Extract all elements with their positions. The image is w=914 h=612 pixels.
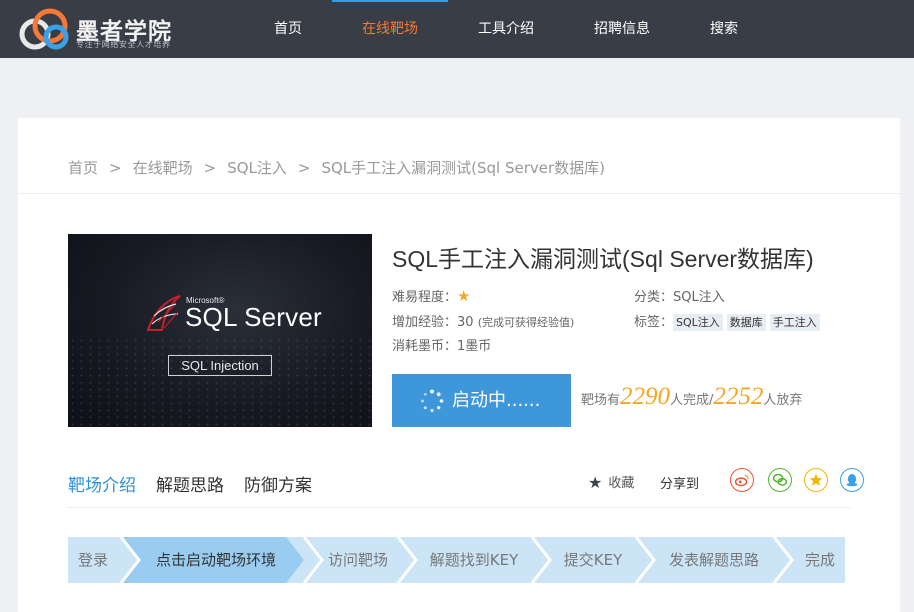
abandoned-suffix: 人放弃 bbox=[763, 393, 803, 408]
cost-value: 1墨币 bbox=[457, 339, 492, 354]
nav-home[interactable]: 首页 bbox=[230, 0, 346, 58]
cover-product: SQL Server bbox=[185, 302, 322, 332]
divider bbox=[68, 507, 850, 508]
breadcrumb-separator: > bbox=[297, 159, 311, 177]
top-navbar: 墨者学院 专注于网络安全人才培养 首页 在线靶场 工具介绍 招聘信息 搜索 bbox=[0, 0, 914, 58]
wechat-icon[interactable] bbox=[768, 468, 792, 492]
breadcrumb-online-range[interactable]: 在线靶场 bbox=[133, 157, 193, 178]
tag-sql-injection[interactable]: SQL注入 bbox=[673, 314, 723, 331]
nav-search[interactable]: 搜索 bbox=[666, 0, 782, 58]
brand-slogan: 专注于网络安全人才培养 bbox=[76, 40, 171, 49]
category-label: 分类： bbox=[634, 290, 674, 305]
tab-solution-ideas[interactable]: 解题思路 bbox=[156, 471, 224, 496]
step-find-key: 解题找到KEY bbox=[429, 551, 519, 569]
category-row: 分类：SQL注入 bbox=[634, 286, 725, 305]
cost-row: 消耗墨币：1墨币 bbox=[392, 335, 491, 354]
exp-row: 增加经验：30 (完成可获得经验值) bbox=[392, 311, 574, 330]
step-submit-key: 提交KEY bbox=[563, 551, 623, 569]
breadcrumb-current: SQL手工注入漏洞测试(Sql Server数据库) bbox=[321, 159, 606, 177]
exp-label: 增加经验： bbox=[392, 315, 458, 330]
tab-defense[interactable]: 防御方案 bbox=[244, 471, 312, 496]
difficulty-star-icon: ★ bbox=[457, 287, 471, 305]
cloud-logo-icon bbox=[19, 8, 69, 50]
step-launch-environment: 点击启动靶场环境 bbox=[155, 551, 276, 569]
step-complete: 完成 bbox=[804, 551, 835, 569]
tag-manual-injection[interactable]: 手工注入 bbox=[769, 314, 820, 331]
difficulty-label: 难易程度： bbox=[392, 290, 458, 305]
step-post-solution: 发表解题思路 bbox=[668, 551, 759, 569]
favorite-label: 收藏 bbox=[608, 476, 635, 491]
site-logo[interactable]: 墨者学院 专注于网络安全人才培养 bbox=[18, 4, 198, 54]
exp-value: 30 bbox=[457, 315, 474, 330]
breadcrumb-home[interactable]: 首页 bbox=[68, 157, 98, 178]
tags-row: 标签： SQL注入 数据库 手工注入 bbox=[634, 311, 824, 331]
nav-jobs[interactable]: 招聘信息 bbox=[564, 0, 680, 58]
stats-prefix: 靶场有 bbox=[581, 393, 621, 408]
challenge-cover-image: Microsoft® SQL Server SQL Injection bbox=[68, 234, 372, 427]
weibo-icon[interactable] bbox=[730, 468, 754, 492]
progress-steps: 登录 点击启动靶场环境 访问靶场 解题找到KEY 提交KEY 发表解题思路 完成 bbox=[68, 537, 845, 583]
sql-server-logo-icon bbox=[146, 295, 181, 331]
tag-database[interactable]: 数据库 bbox=[726, 314, 766, 331]
cover-tag: SQL Injection bbox=[168, 355, 272, 376]
qq-icon[interactable] bbox=[840, 468, 864, 492]
breadcrumb-separator: > bbox=[203, 159, 217, 177]
share-label: 分享到 bbox=[660, 477, 700, 492]
completed-suffix: 人完成/ bbox=[670, 393, 714, 408]
completion-stats: 靶场有2290人完成/2252人放弃 bbox=[581, 383, 802, 411]
nav-online-range[interactable]: 在线靶场 bbox=[332, 0, 448, 58]
tab-introduction[interactable]: 靶场介绍 bbox=[68, 471, 136, 496]
star-icon: ★ bbox=[588, 473, 603, 492]
launch-label: 启动中...... bbox=[452, 390, 541, 411]
content-tabs: 靶场介绍 解题思路 防御方案 bbox=[68, 471, 332, 496]
launch-button[interactable]: 启动中...... bbox=[392, 374, 571, 427]
breadcrumb-sql-injection[interactable]: SQL注入 bbox=[227, 157, 287, 178]
tags-label: 标签： bbox=[634, 315, 674, 330]
loading-spinner-icon bbox=[421, 389, 444, 413]
favorite-star-icon[interactable] bbox=[804, 468, 828, 492]
cover-pattern bbox=[68, 337, 372, 427]
category-value[interactable]: SQL注入 bbox=[673, 290, 725, 305]
breadcrumb-separator: > bbox=[109, 159, 122, 177]
step-visit-range: 访问靶场 bbox=[327, 551, 388, 569]
breadcrumb: 首页 > 在线靶场 > SQL注入 > SQL手工注入漏洞测试(Sql Server数据库) bbox=[68, 157, 605, 178]
challenge-card: 首页 > 在线靶场 > SQL注入 > SQL手工注入漏洞测试(Sql Server数据库)… bbox=[18, 118, 900, 612]
action-bar: ★ 收藏 分享到 bbox=[588, 468, 864, 496]
abandoned-count: 2252 bbox=[713, 383, 764, 410]
favorite-button[interactable]: ★ 收藏 bbox=[588, 472, 634, 492]
step-login: 登录 bbox=[77, 551, 108, 569]
nav-tools[interactable]: 工具介绍 bbox=[448, 0, 564, 58]
divider bbox=[18, 193, 900, 194]
difficulty-row: 难易程度：★ bbox=[392, 286, 470, 305]
cost-label: 消耗墨币： bbox=[392, 339, 458, 354]
exp-note: (完成可获得经验值) bbox=[477, 316, 575, 329]
completed-count: 2290 bbox=[620, 383, 671, 410]
challenge-title: SQL手工注入漏洞测试(Sql Server数据库) bbox=[392, 246, 814, 272]
